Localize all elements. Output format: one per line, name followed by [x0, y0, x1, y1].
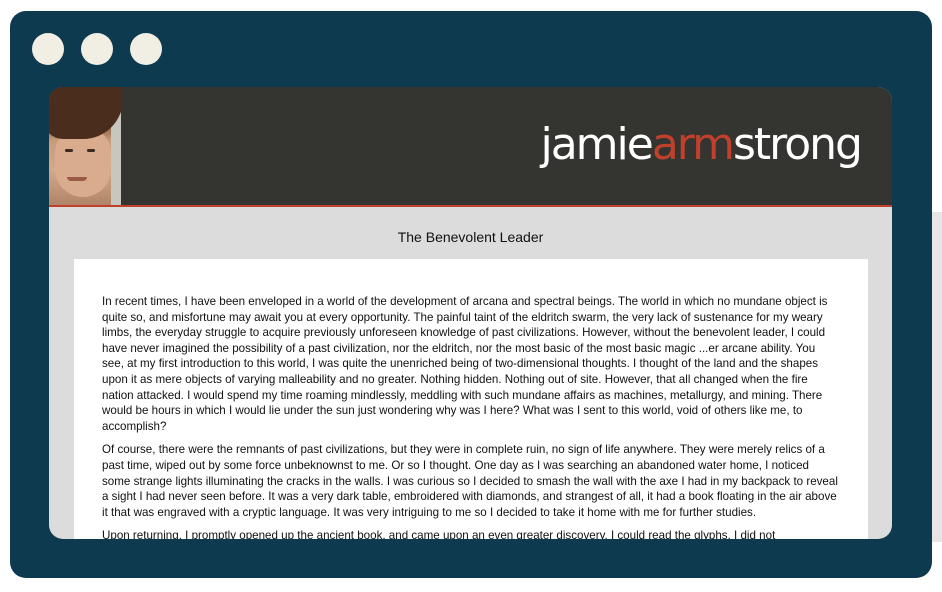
browser-window: jamiearmstrong The Benevolent Leader In …: [10, 11, 932, 578]
window-control-maximize[interactable]: [130, 33, 162, 65]
window-controls: [32, 33, 162, 65]
brand-last: strong: [732, 119, 863, 170]
brand-accent: arm: [651, 119, 735, 170]
article-paragraph: Upon returning, I promptly opened up the…: [102, 529, 776, 539]
window-control-close[interactable]: [32, 33, 64, 65]
window-control-minimize[interactable]: [81, 33, 113, 65]
page-viewport: jamiearmstrong The Benevolent Leader In …: [49, 87, 892, 539]
article-paragraph: Of course, there were the remnants of pa…: [102, 443, 838, 519]
post-title: The Benevolent Leader: [397, 229, 544, 245]
brand-first: jamie: [540, 119, 653, 170]
article-body: In recent times, I have been enveloped i…: [74, 259, 868, 539]
article-paragraph: In recent times, I have been enveloped i…: [102, 295, 828, 433]
avatar: [49, 87, 121, 205]
site-logo[interactable]: jamiearmstrong: [540, 117, 863, 173]
site-header: jamiearmstrong: [49, 87, 892, 207]
page-edge-shadow: [932, 212, 942, 542]
